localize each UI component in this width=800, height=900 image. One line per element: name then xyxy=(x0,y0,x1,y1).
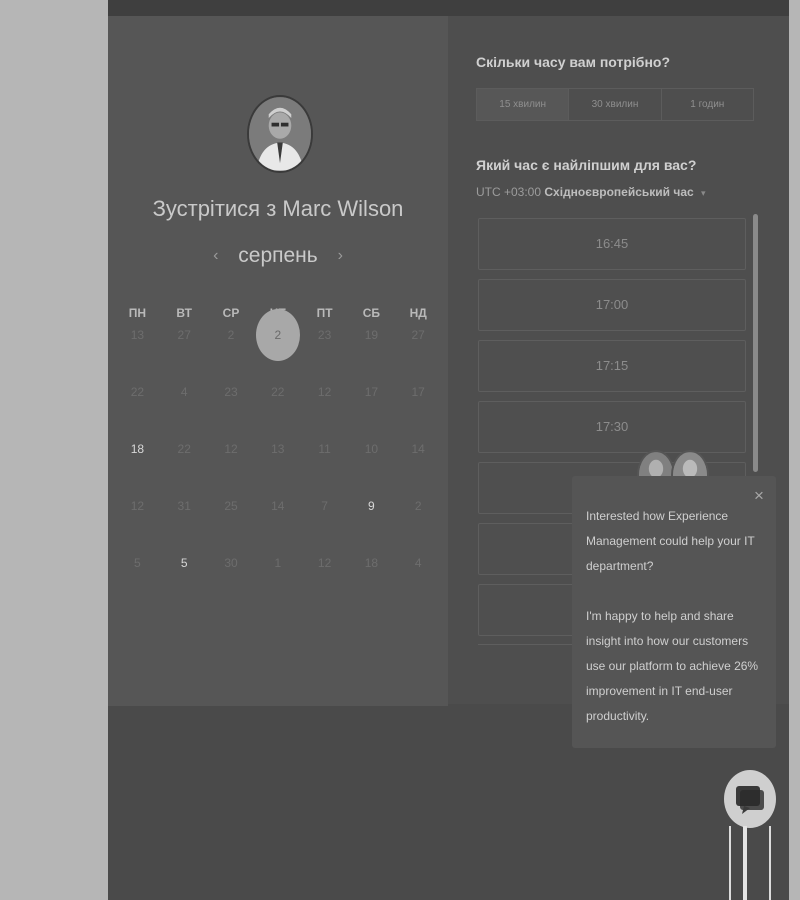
duration-selector: 15 хвилин 30 хвилин 1 годин xyxy=(476,88,754,121)
calendar-day: 2 xyxy=(414,499,422,513)
calendar-grid: ПН ВТ СР ЧТ ПТ СБ НД 1327222319272242322… xyxy=(114,306,442,607)
calendar-day: 17 xyxy=(364,385,379,399)
calendar-day: 22 xyxy=(130,385,145,399)
duration-option-60[interactable]: 1 годин xyxy=(660,89,753,120)
duration-question: Скільки часу вам потрібно? xyxy=(476,54,671,70)
calendar-day: 2 xyxy=(227,328,235,342)
month-label: серпень xyxy=(238,244,318,267)
calendar-week-row: 12 31 25 14 7 9 2 xyxy=(114,493,442,550)
chevron-down-icon: ▾ xyxy=(701,188,706,198)
calendar-day: 14 xyxy=(411,442,425,456)
next-month-icon[interactable]: › xyxy=(338,247,343,264)
calendar-day: 13 xyxy=(130,328,145,342)
chat-popup[interactable]: × Interested how Experience Management c… xyxy=(572,476,776,748)
calendar-day: 7 xyxy=(321,499,328,513)
calendar-day: 31 xyxy=(177,499,191,513)
calendar-day: 22 xyxy=(271,385,285,399)
slots-scrollbar[interactable] xyxy=(753,214,758,472)
calendar-day: 27 xyxy=(177,328,191,342)
weekday-label: СБ xyxy=(362,306,381,320)
time-slot[interactable]: 17:30 xyxy=(478,401,746,453)
calendar-day: 12 xyxy=(130,499,145,513)
top-strip xyxy=(108,0,789,16)
calendar-day: 4 xyxy=(180,385,188,399)
weekday-label: ВТ xyxy=(176,306,192,320)
duration-option-15[interactable]: 15 хвилин xyxy=(477,89,569,120)
calendar-day: 22 xyxy=(177,442,191,456)
timezone-selector[interactable]: UTC +03:00 Східноєвропейський час ▾ xyxy=(476,185,706,199)
calendar-weeks: 13 27 2 2 23 19 27 22 4 23 22 12 17 17 18 22 12 13 11 10 14 1… xyxy=(114,309,442,607)
weekday-label: ПТ xyxy=(316,306,333,320)
calendar-day: 23 xyxy=(317,328,332,342)
calendar-day: 5 xyxy=(134,556,141,570)
close-icon[interactable]: × xyxy=(754,486,764,506)
time-slot[interactable]: 17:00 xyxy=(478,279,746,331)
calendar-day: 12 xyxy=(224,442,238,456)
calendar-day: 17 xyxy=(411,385,425,399)
calendar-day: 14 xyxy=(271,499,285,513)
calendar-day-selected[interactable]: 2 xyxy=(254,309,301,379)
calendar-day: 25 xyxy=(224,499,238,513)
calendar-day: 1 xyxy=(274,556,282,570)
calendar-week-row: 22 4 23 22 12 17 17 xyxy=(114,379,442,436)
meet-title: Зустрітися з Marc Wilson xyxy=(152,196,404,221)
calendar-day[interactable]: 5 xyxy=(161,550,208,607)
chat-message-paragraph: I'm happy to help and share insight into… xyxy=(586,609,759,723)
time-question: Який час є найліпшим для вас? xyxy=(476,157,697,173)
calendar-day: 27 xyxy=(411,328,425,342)
calendar-day: 10 xyxy=(364,442,379,456)
host-calendar-panel: Зустрітися з Marc Wilson ‹ серпень › ПН … xyxy=(108,16,448,706)
weekday-label: СР xyxy=(222,306,240,320)
calendar-day: 11 xyxy=(318,442,331,456)
calendar-day: 19 xyxy=(364,328,379,342)
calendar-day: 23 xyxy=(224,385,238,399)
prev-month-icon[interactable]: ‹ xyxy=(213,247,218,264)
calendar-day: 12 xyxy=(317,385,332,399)
host-avatar xyxy=(247,95,313,173)
month-navigation: ‹ серпень › xyxy=(108,244,448,268)
duration-option-30[interactable]: 30 хвилин xyxy=(568,89,660,120)
time-slot[interactable]: 17:15 xyxy=(478,340,746,392)
calendar-day[interactable]: 9 xyxy=(348,493,395,550)
timezone-offset: UTC +03:00 xyxy=(476,185,542,199)
calendar-day: 18 xyxy=(364,556,379,570)
chat-message-paragraph: Interested how Experience Management cou… xyxy=(586,509,755,573)
calendar-day[interactable]: 18 xyxy=(114,436,161,493)
weekday-label: ПН xyxy=(128,306,147,320)
calendar-day: 4 xyxy=(414,556,422,570)
chat-launcher-button[interactable] xyxy=(724,770,776,828)
calendar-week-row: 18 22 12 13 11 10 14 xyxy=(114,436,442,493)
chat-message: Interested how Experience Management cou… xyxy=(586,504,766,729)
launcher-scroll-track xyxy=(729,826,773,900)
timezone-name: Східноєвропейський час xyxy=(544,185,694,199)
calendar-week-row: 5 5 30 1 12 18 4 xyxy=(114,550,442,607)
weekday-label: НД xyxy=(409,306,427,320)
calendar-week-row: 13 27 2 2 23 19 27 xyxy=(114,309,442,379)
calendar-day: 13 xyxy=(271,442,285,456)
chat-bubble-icon xyxy=(736,786,764,814)
calendar-day: 12 xyxy=(317,556,332,570)
calendar-day: 30 xyxy=(224,556,238,570)
time-slot[interactable]: 16:45 xyxy=(478,218,746,270)
